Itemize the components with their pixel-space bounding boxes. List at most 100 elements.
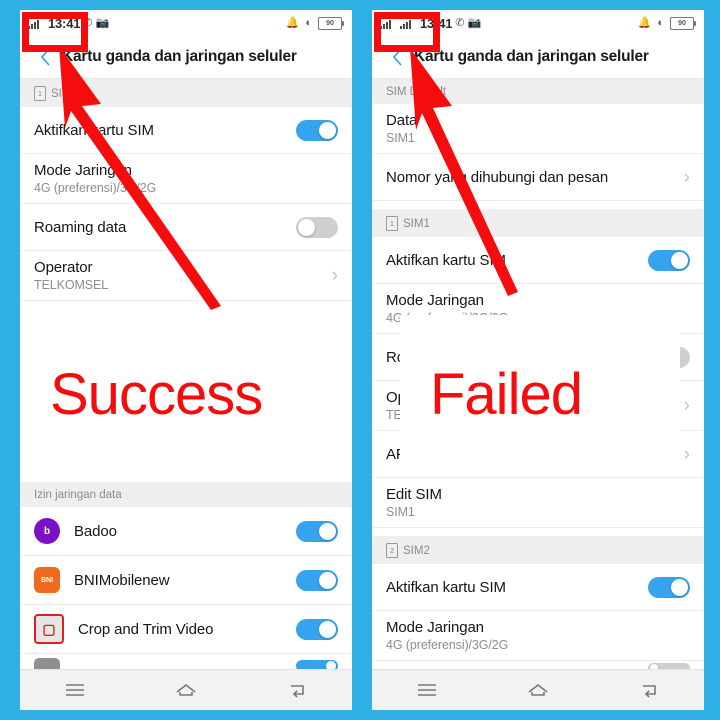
toggle-aktifkan-kartu-sim[interactable] — [648, 249, 690, 271]
menu-icon[interactable] — [403, 675, 451, 705]
list-item[interactable] — [20, 654, 352, 669]
row-title: Nomor yang dihubungi dan pesan — [386, 168, 609, 186]
row-partial[interactable] — [372, 661, 704, 669]
screenshot-icon: 📷 — [95, 16, 110, 29]
row-operator[interactable]: Operator TELKOMSEL › — [20, 251, 352, 301]
right-status-bar: 3G 4G 13:41 ✆ 📷 🔔 ◐ 90 — [372, 10, 704, 36]
toggle-partial[interactable] — [648, 663, 690, 669]
battery-icon: 90 — [318, 16, 344, 30]
signal-4g-icon: 4G — [400, 14, 417, 30]
whatsapp-icon: ✆ — [83, 16, 93, 29]
left-phone-screenshot: 3G 13:41 ✆ 📷 🔔 ◐ 90 Kartu ganda dan jari… — [20, 10, 352, 710]
sim-card-icon: 2 — [386, 543, 398, 558]
screenshot-icon: 📷 — [467, 16, 482, 29]
row-title: Mode Jaringan — [386, 292, 484, 309]
row-title: Mode Jaringan — [386, 619, 484, 636]
back-icon[interactable] — [625, 675, 673, 705]
bell-muted-icon: 🔔 — [637, 16, 652, 29]
section-header-sim1: 1 SIM1 — [372, 209, 704, 237]
left-status-right-group: 🔔 ◐ 90 — [285, 16, 344, 30]
section-header-sim1: 1 SIM1 — [20, 79, 352, 107]
failed-label: Failed — [430, 362, 583, 427]
section-header-sim2: 2 SIM2 — [372, 536, 704, 564]
row-mode-jaringan[interactable]: Mode Jaringan 4G (preferensi)/3G/2G — [20, 154, 352, 204]
row-aktifkan-kartu-sim[interactable]: Aktifkan kartu SIM — [372, 564, 704, 611]
toggle-roaming-data[interactable] — [296, 216, 338, 238]
row-aktifkan-kartu-sim[interactable]: Aktifkan kartu SIM — [372, 237, 704, 284]
row-title: Roaming data — [34, 218, 127, 236]
section-header-sim-default: SIM Default — [372, 79, 704, 104]
row-subtitle: 4G (preferensi)/3G/2G — [34, 181, 157, 195]
app-name-label: Badoo — [74, 522, 117, 540]
section-header-label: Izin jaringan data — [34, 489, 122, 501]
battery-icon: 90 — [670, 16, 696, 30]
back-arrow-icon[interactable] — [382, 47, 412, 67]
left-nav-bar[interactable] — [20, 669, 352, 710]
right-clock: 13:41 — [420, 15, 453, 31]
crop-trim-video-app-icon: ▢ — [34, 614, 64, 644]
bni-mobile-app-icon: BNI — [34, 567, 60, 593]
row-edit-sim[interactable]: Edit SIM SIM1 — [372, 478, 704, 528]
chevron-right-icon: › — [683, 166, 690, 188]
toggle-aktifkan-kartu-sim[interactable] — [296, 119, 338, 141]
row-title: Data — [386, 112, 418, 129]
row-title: Aktifkan kartu SIM — [386, 578, 506, 596]
home-icon[interactable] — [514, 675, 562, 705]
section-header-label: SIM1 — [403, 217, 430, 230]
list-item[interactable]: b Badoo — [20, 507, 352, 556]
row-title: Mode Jaringan — [34, 162, 132, 179]
battery-level-label: 90 — [326, 19, 334, 27]
row-roaming-data[interactable]: Roaming data — [20, 204, 352, 251]
toggle-app-data[interactable] — [296, 618, 338, 640]
bell-muted-icon: 🔔 — [285, 16, 300, 29]
section-header-label: SIM1 — [51, 87, 78, 100]
right-page-title: Kartu ganda dan jaringan seluler — [414, 48, 649, 65]
app-name-label: Crop and Trim Video — [78, 620, 214, 638]
section-header-label: SIM2 — [403, 544, 430, 557]
right-status-right-group: 🔔 ◐ 90 — [637, 16, 696, 30]
row-title: Edit SIM — [386, 486, 442, 503]
left-clock: 13:41 — [48, 15, 81, 31]
row-subtitle: SIM1 — [386, 131, 415, 145]
badoo-app-icon: b — [34, 518, 60, 544]
row-subtitle: SIM1 — [386, 505, 415, 519]
row-data[interactable]: Data SIM1 — [372, 104, 704, 154]
signal-3g-icon: 3G — [28, 14, 45, 30]
left-app-bar: Kartu ganda dan jaringan seluler — [20, 36, 352, 79]
right-app-bar: Kartu ganda dan jaringan seluler — [372, 36, 704, 79]
signal-3g-icon: 3G — [380, 14, 397, 30]
section-header-label: SIM Default — [386, 86, 447, 98]
chevron-right-icon: › — [331, 265, 338, 286]
back-icon[interactable] — [273, 675, 321, 705]
row-nomor-dihubungi-pesan[interactable]: Nomor yang dihubungi dan pesan › — [372, 154, 704, 201]
whatsapp-icon: ✆ — [455, 16, 465, 29]
right-status-left-group: 3G 4G 13:41 ✆ 📷 — [380, 14, 482, 31]
toggle-aktifkan-kartu-sim[interactable] — [648, 576, 690, 598]
wifi-icon: ◐ — [657, 16, 664, 29]
left-status-left-group: 3G 13:41 ✆ 📷 — [28, 14, 110, 31]
success-label: Success — [50, 362, 263, 427]
row-title: Aktifkan kartu SIM — [386, 251, 506, 269]
menu-icon[interactable] — [51, 675, 99, 705]
comparison-screenshot: 3G 13:41 ✆ 📷 🔔 ◐ 90 Kartu ganda dan jari… — [0, 0, 720, 720]
toggle-app-data[interactable] — [296, 520, 338, 542]
right-nav-bar[interactable] — [372, 669, 704, 710]
left-page-title: Kartu ganda dan jaringan seluler — [62, 48, 297, 65]
sim-card-icon: 1 — [386, 216, 398, 231]
battery-level-label: 90 — [678, 19, 686, 27]
list-item[interactable]: BNI BNIMobilenew — [20, 556, 352, 605]
toggle-app-data[interactable] — [296, 660, 338, 669]
row-title: Aktifkan kartu SIM — [34, 121, 154, 139]
row-subtitle: 4G (preferensi)/3G/2G — [386, 638, 509, 652]
row-aktifkan-kartu-sim[interactable]: Aktifkan kartu SIM — [20, 107, 352, 154]
row-mode-jaringan[interactable]: Mode Jaringan 4G (preferensi)/3G/2G — [372, 611, 704, 661]
partial-app-icon — [34, 658, 60, 669]
left-status-bar: 3G 13:41 ✆ 📷 🔔 ◐ 90 — [20, 10, 352, 36]
toggle-app-data[interactable] — [296, 569, 338, 591]
home-icon[interactable] — [162, 675, 210, 705]
wifi-icon: ◐ — [305, 16, 312, 29]
section-header-izin-jaringan-data: Izin jaringan data — [20, 482, 352, 507]
back-arrow-icon[interactable] — [30, 47, 60, 67]
list-item[interactable]: ▢ Crop and Trim Video — [20, 605, 352, 654]
app-name-label: BNIMobilenew — [74, 571, 170, 589]
